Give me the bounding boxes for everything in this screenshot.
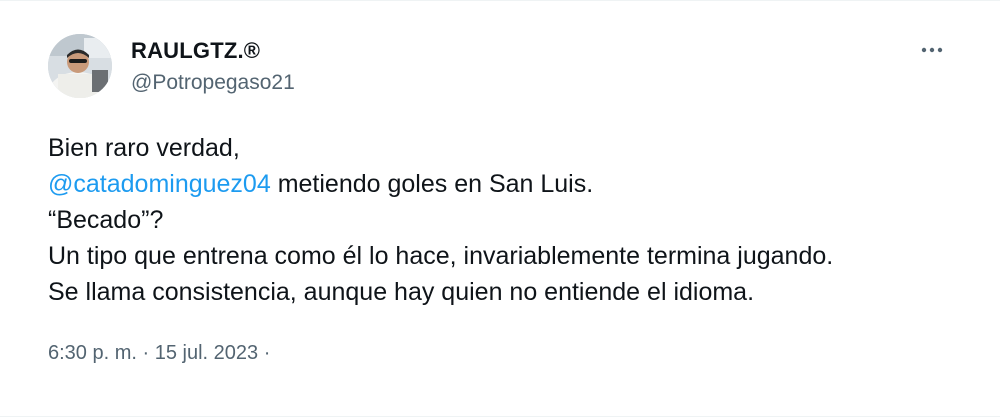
tweet-text: Bien raro verdad, @catadominguez04 metie…	[48, 130, 968, 310]
tweet-line: “Becado”?	[48, 206, 164, 234]
mention-link[interactable]: @catadominguez04	[48, 170, 271, 198]
tweet-line: Un tipo que entrena como él lo hace, inv…	[48, 242, 834, 270]
tweet-line-text: metiendo goles en San Luis.	[270, 170, 594, 198]
meta-separator-trailing: ·	[263, 342, 271, 364]
divider-top	[0, 0, 1000, 1]
author-handle[interactable]: @Potropegaso21	[131, 71, 295, 95]
tweet-time[interactable]: 6:30 p. m.	[48, 342, 137, 364]
more-horizontal-icon	[921, 47, 943, 53]
author-display-name[interactable]: RAULGTZ.®	[131, 38, 260, 64]
tweet-date[interactable]: 15 jul. 2023	[155, 342, 258, 364]
tweet-line: Bien raro verdad,	[48, 134, 240, 162]
tweet-card: RAULGTZ.® @Potropegaso21 Bien raro verda…	[0, 0, 1000, 417]
tweet-line-mention: @catadominguez04 metiendo goles en San L…	[48, 166, 968, 202]
avatar[interactable]	[48, 34, 112, 98]
tweet-line: Se llama consistencia, aunque hay quien …	[48, 278, 755, 306]
more-options-button[interactable]	[912, 32, 952, 68]
avatar-image	[48, 34, 112, 98]
meta-separator: ·	[142, 342, 150, 364]
tweet-meta: 6:30 p. m. · 15 jul. 2023 ·	[48, 342, 270, 365]
